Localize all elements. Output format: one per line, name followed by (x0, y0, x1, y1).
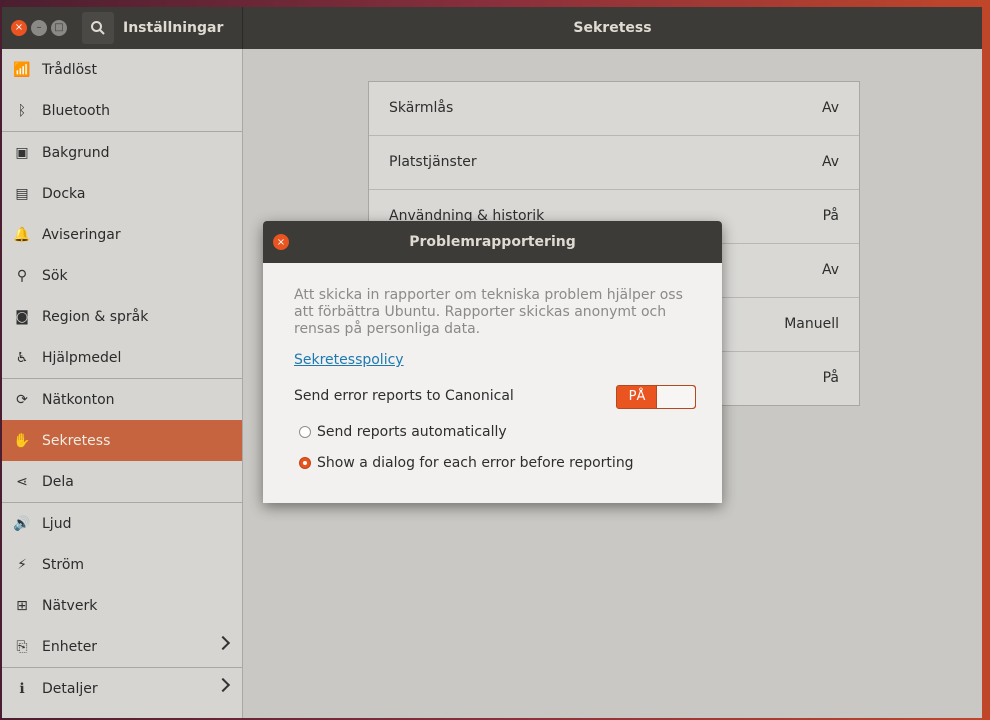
radio-button-selected[interactable] (299, 457, 311, 469)
problem-reporting-dialog: Problemrapportering × Att skicka in rapp… (263, 221, 722, 503)
minimize-icon: – (36, 22, 42, 33)
chevron-right-icon (215, 635, 231, 651)
hand-icon: ✋ (13, 432, 31, 449)
maximize-window-button[interactable]: □ (51, 20, 67, 36)
privacy-policy-link[interactable]: Sekretesspolicy (294, 352, 404, 368)
sidebar-item-label: Sekretess (42, 432, 111, 449)
row-value: Av (821, 100, 839, 116)
header-bar: × – □ Inställningar Sekretess (2, 7, 982, 49)
sidebar-item-label: Nätverk (42, 597, 98, 614)
devices-icon: ⎘ (16, 638, 28, 655)
row-label: Platstjänster (389, 154, 477, 170)
sidebar-item-network[interactable]: ⊞ Nätverk (2, 585, 242, 626)
minimize-window-button[interactable]: – (31, 20, 47, 36)
sidebar-item-accessibility[interactable]: ♿ Hjälpmedel (2, 337, 242, 378)
accessibility-icon: ♿ (15, 349, 29, 366)
sidebar-item-label: Nätkonton (42, 391, 115, 408)
sidebar-item-label: Ljud (42, 515, 72, 532)
list-item-location-services[interactable]: Platstjänster Av (369, 136, 859, 190)
wifi-icon: 📶 (13, 61, 31, 78)
sidebar-item-details[interactable]: ℹ Detaljer (2, 668, 242, 709)
close-icon: × (276, 236, 286, 248)
send-error-reports-toggle[interactable]: PÅ (616, 385, 696, 409)
sidebar-item-notifications[interactable]: 🔔 Aviseringar (2, 214, 242, 255)
sidebar-item-label: Hjälpmedel (42, 349, 122, 366)
row-value: På (822, 208, 839, 224)
network-icon: ⊞ (16, 597, 28, 614)
background-icon: ▣ (15, 144, 29, 161)
close-icon: × (14, 22, 24, 33)
sidebar-item-label: Ström (42, 556, 85, 573)
radio-button[interactable] (299, 426, 311, 438)
row-value: Av (821, 154, 839, 170)
camera-icon: ◙ (15, 308, 29, 325)
sidebar-item-wifi[interactable]: 📶 Trådlöst (2, 49, 242, 90)
sidebar-item-sharing[interactable]: ⋖ Dela (2, 461, 242, 502)
sidebar-item-privacy[interactable]: ✋ Sekretess (2, 420, 242, 461)
sidebar-item-dock[interactable]: ▤ Docka (2, 173, 242, 214)
dialog-close-button[interactable]: × (273, 234, 289, 250)
sidebar-item-label: Dela (42, 473, 74, 490)
sidebar-item-label: Bakgrund (42, 144, 110, 161)
search-button[interactable] (82, 12, 114, 44)
sidebar-item-label: Docka (42, 185, 86, 202)
dialog-title: Problemrapportering (263, 221, 722, 263)
sidebar-item-label: Detaljer (42, 680, 98, 697)
radio-label: Show a dialog for each error before repo… (317, 455, 634, 471)
sidebar-item-region[interactable]: ◙ Region & språk (2, 296, 242, 337)
power-icon: ⚡ (17, 556, 27, 573)
info-icon: ℹ (19, 680, 25, 697)
search-icon (91, 21, 105, 35)
radio-label: Send reports automatically (317, 424, 507, 440)
row-value: Av (821, 262, 839, 278)
toggle-knob (656, 386, 695, 408)
send-error-reports-label: Send error reports to Canonical (294, 388, 514, 404)
app-title: Inställningar (123, 20, 224, 36)
radio-send-automatically[interactable]: Send reports automatically (299, 424, 507, 440)
sidebar-item-label: Trådlöst (42, 61, 97, 78)
sidebar-item-bluetooth[interactable]: ᛒ Bluetooth (2, 90, 242, 131)
page-title: Sekretess (573, 20, 652, 36)
sidebar-item-background[interactable]: ▣ Bakgrund (2, 132, 242, 173)
row-value: Manuell (784, 316, 839, 332)
sidebar-item-online-accounts[interactable]: ⟳ Nätkonton (2, 379, 242, 420)
radio-show-dialog[interactable]: Show a dialog for each error before repo… (299, 455, 634, 471)
sidebar-item-power[interactable]: ⚡ Ström (2, 544, 242, 585)
bluetooth-icon: ᛒ (17, 102, 27, 119)
sidebar-item-label: Region & språk (42, 308, 149, 325)
dialog-description: Att skicka in rapporter om tekniska prob… (294, 287, 683, 337)
header-left: × – □ Inställningar (2, 7, 243, 49)
bell-icon: 🔔 (13, 226, 31, 243)
list-item-screen-lock[interactable]: Skärmlås Av (369, 82, 859, 136)
sidebar-item-label: Enheter (42, 638, 98, 655)
sidebar-item-label: Aviseringar (42, 226, 121, 243)
chevron-right-icon (215, 677, 231, 693)
row-value: På (822, 370, 839, 386)
sidebar-item-label: Bluetooth (42, 102, 110, 119)
share-icon: ⋖ (16, 473, 28, 490)
sidebar-item-label: Sök (42, 267, 68, 284)
row-label: Skärmlås (389, 100, 454, 116)
close-window-button[interactable]: × (11, 20, 27, 36)
sidebar: 📶 Trådlöst ᛒ Bluetooth ▣ Bakgrund ▤ Docka 🔔 A… (2, 49, 243, 718)
search-icon: ⚲ (16, 267, 28, 284)
dock-icon: ▤ (15, 185, 29, 202)
sidebar-item-search[interactable]: ⚲ Sök (2, 255, 242, 296)
sidebar-item-devices[interactable]: ⎘ Enheter (2, 626, 242, 667)
online-accounts-icon: ⟳ (16, 391, 28, 408)
toggle-state-label: PÅ (628, 389, 646, 404)
sidebar-item-sound[interactable]: 🔊 Ljud (2, 503, 242, 544)
maximize-icon: □ (54, 22, 64, 33)
speaker-icon: 🔊 (13, 515, 31, 532)
